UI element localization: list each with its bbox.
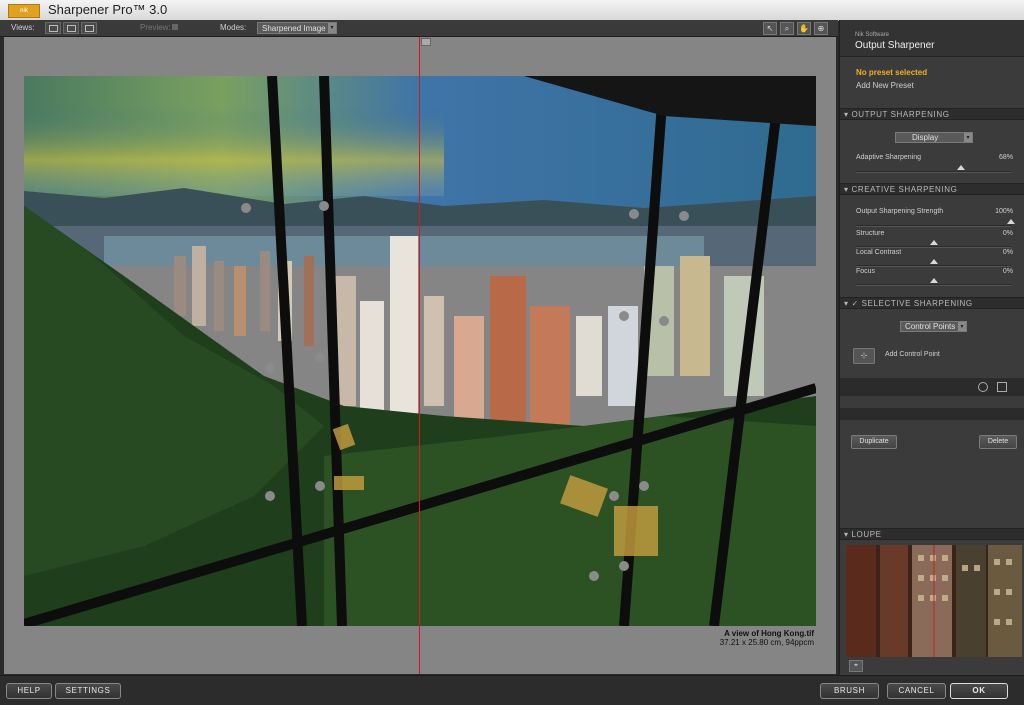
loupe-pin-icon[interactable]: ⌖ [849,660,863,672]
strength-thumb[interactable] [1007,219,1015,224]
preview-toggle-icon[interactable] [172,24,178,30]
control-points-value: Control Points [905,322,956,331]
cancel-button[interactable]: CANCEL [887,683,946,699]
single-view-icon[interactable] [45,22,61,34]
display-value: Display [912,133,939,142]
split-view-icon[interactable] [63,22,79,34]
preset-status: No preset selected [856,68,928,77]
dropdown-arrow-icon: ▾ [964,133,972,142]
creative-sharpening-header[interactable]: ▾ CREATIVE SHARPENING [840,183,1024,195]
add-preset-link[interactable]: Add New Preset [856,81,914,90]
selective-sharpening-header[interactable]: ▾ ✓ SELECTIVE SHARPENING [840,297,1024,309]
adaptive-sharpening-slider[interactable] [856,171,1011,173]
vendor-name: Nik Software [855,32,890,38]
group-icon[interactable] [997,382,1007,392]
modes-label: Modes: [220,23,247,32]
modes-dropdown[interactable]: Sharpened Image ▾ [257,22,337,34]
display-dropdown[interactable]: Display ▾ [895,132,973,143]
title-bar: nik Sharpener Pro™ 3.0 [0,0,1024,21]
add-control-point-label[interactable]: Add Control Point [885,351,940,358]
local-contrast-value: 0% [1002,249,1013,256]
hong-kong-photo [24,76,816,626]
show-hide-icon[interactable] [978,382,988,392]
local-contrast-slider[interactable] [856,265,1011,267]
selective-checkbox[interactable]: ✓ [851,299,858,308]
split-handle[interactable] [421,38,431,46]
creative-sharpening-title: CREATIVE SHARPENING [851,185,958,194]
loupe-view[interactable] [846,545,1022,657]
control-points-list-empty [840,408,1024,420]
structure-label: Structure [856,230,885,237]
panel-header: Nik Software Output Sharpener [840,20,1024,57]
adaptive-sharpening-thumb[interactable] [957,165,966,170]
dropdown-arrow-icon: ▾ [958,322,966,331]
zoom-tool-icon[interactable]: ⌕ [780,22,794,35]
local-contrast-label: Local Contrast [856,249,902,256]
split-divider[interactable] [419,37,420,674]
structure-slider[interactable] [856,246,1011,248]
ok-button[interactable]: OK [950,683,1008,699]
strength-value: 100% [995,208,1013,215]
local-contrast-thumb[interactable] [929,259,938,264]
strength-slider[interactable] [856,225,1011,227]
strength-label: Output Sharpening Strength [856,208,944,215]
structure-thumb[interactable] [929,240,938,245]
delete-button[interactable]: Delete [979,435,1017,449]
adaptive-sharpening-value: 68% [998,154,1013,161]
bottom-bar: HELP SETTINGS BRUSH CANCEL OK [0,675,1024,705]
app-title: Sharpener Pro™ 3.0 [48,2,168,17]
focus-thumb[interactable] [929,278,938,283]
selective-sharpening-title: SELECTIVE SHARPENING [861,299,973,308]
settings-button[interactable]: SETTINGS [55,683,121,699]
focus-label: Focus [856,268,876,275]
nik-logo: nik [8,4,40,18]
control-point-icon[interactable]: ⊹ [853,348,875,364]
photo-preview[interactable] [24,76,816,626]
loupe-title: LOUPE [851,530,882,539]
output-sharpening-header[interactable]: ▾ OUTPUT SHARPENING [840,108,1024,120]
pointer-tool-icon[interactable]: ↖ [763,22,777,35]
structure-value: 0% [1002,230,1013,237]
dropdown-arrow-icon: ▾ [328,23,336,33]
hand-tool-icon[interactable]: ✋ [797,22,811,35]
output-sharpening-title: OUTPUT SHARPENING [851,110,950,119]
control-points-dropdown[interactable]: Control Points ▾ [900,321,967,332]
side-by-side-view-icon[interactable] [81,22,97,34]
loupe-image [846,545,1022,657]
top-toolbar: Views: Preview: Modes: Sharpened Image ▾… [0,20,838,37]
loupe-header[interactable]: ▾ LOUPE [840,528,1024,540]
focus-slider[interactable] [856,284,1011,286]
modes-value: Sharpened Image [262,24,326,33]
duplicate-button[interactable]: Duplicate [851,435,897,449]
image-caption: A view of Hong Kong.tif 37.21 x 25.80 cm… [720,629,814,647]
image-filename: A view of Hong Kong.tif [724,629,814,638]
focus-value: 0% [1002,268,1013,275]
product-name: Output Sharpener [855,40,935,51]
pin-tool-icon[interactable]: ⊕ [814,22,828,35]
right-panel: Nik Software Output Sharpener No preset … [839,20,1024,675]
image-dimensions: 37.21 x 25.80 cm, 94ppcm [719,638,814,647]
views-label: Views: [11,23,35,32]
adaptive-sharpening-label: Adaptive Sharpening [856,154,921,161]
preview-label: Preview: [140,23,171,32]
help-button[interactable]: HELP [6,683,52,699]
brush-button[interactable]: BRUSH [820,683,879,699]
